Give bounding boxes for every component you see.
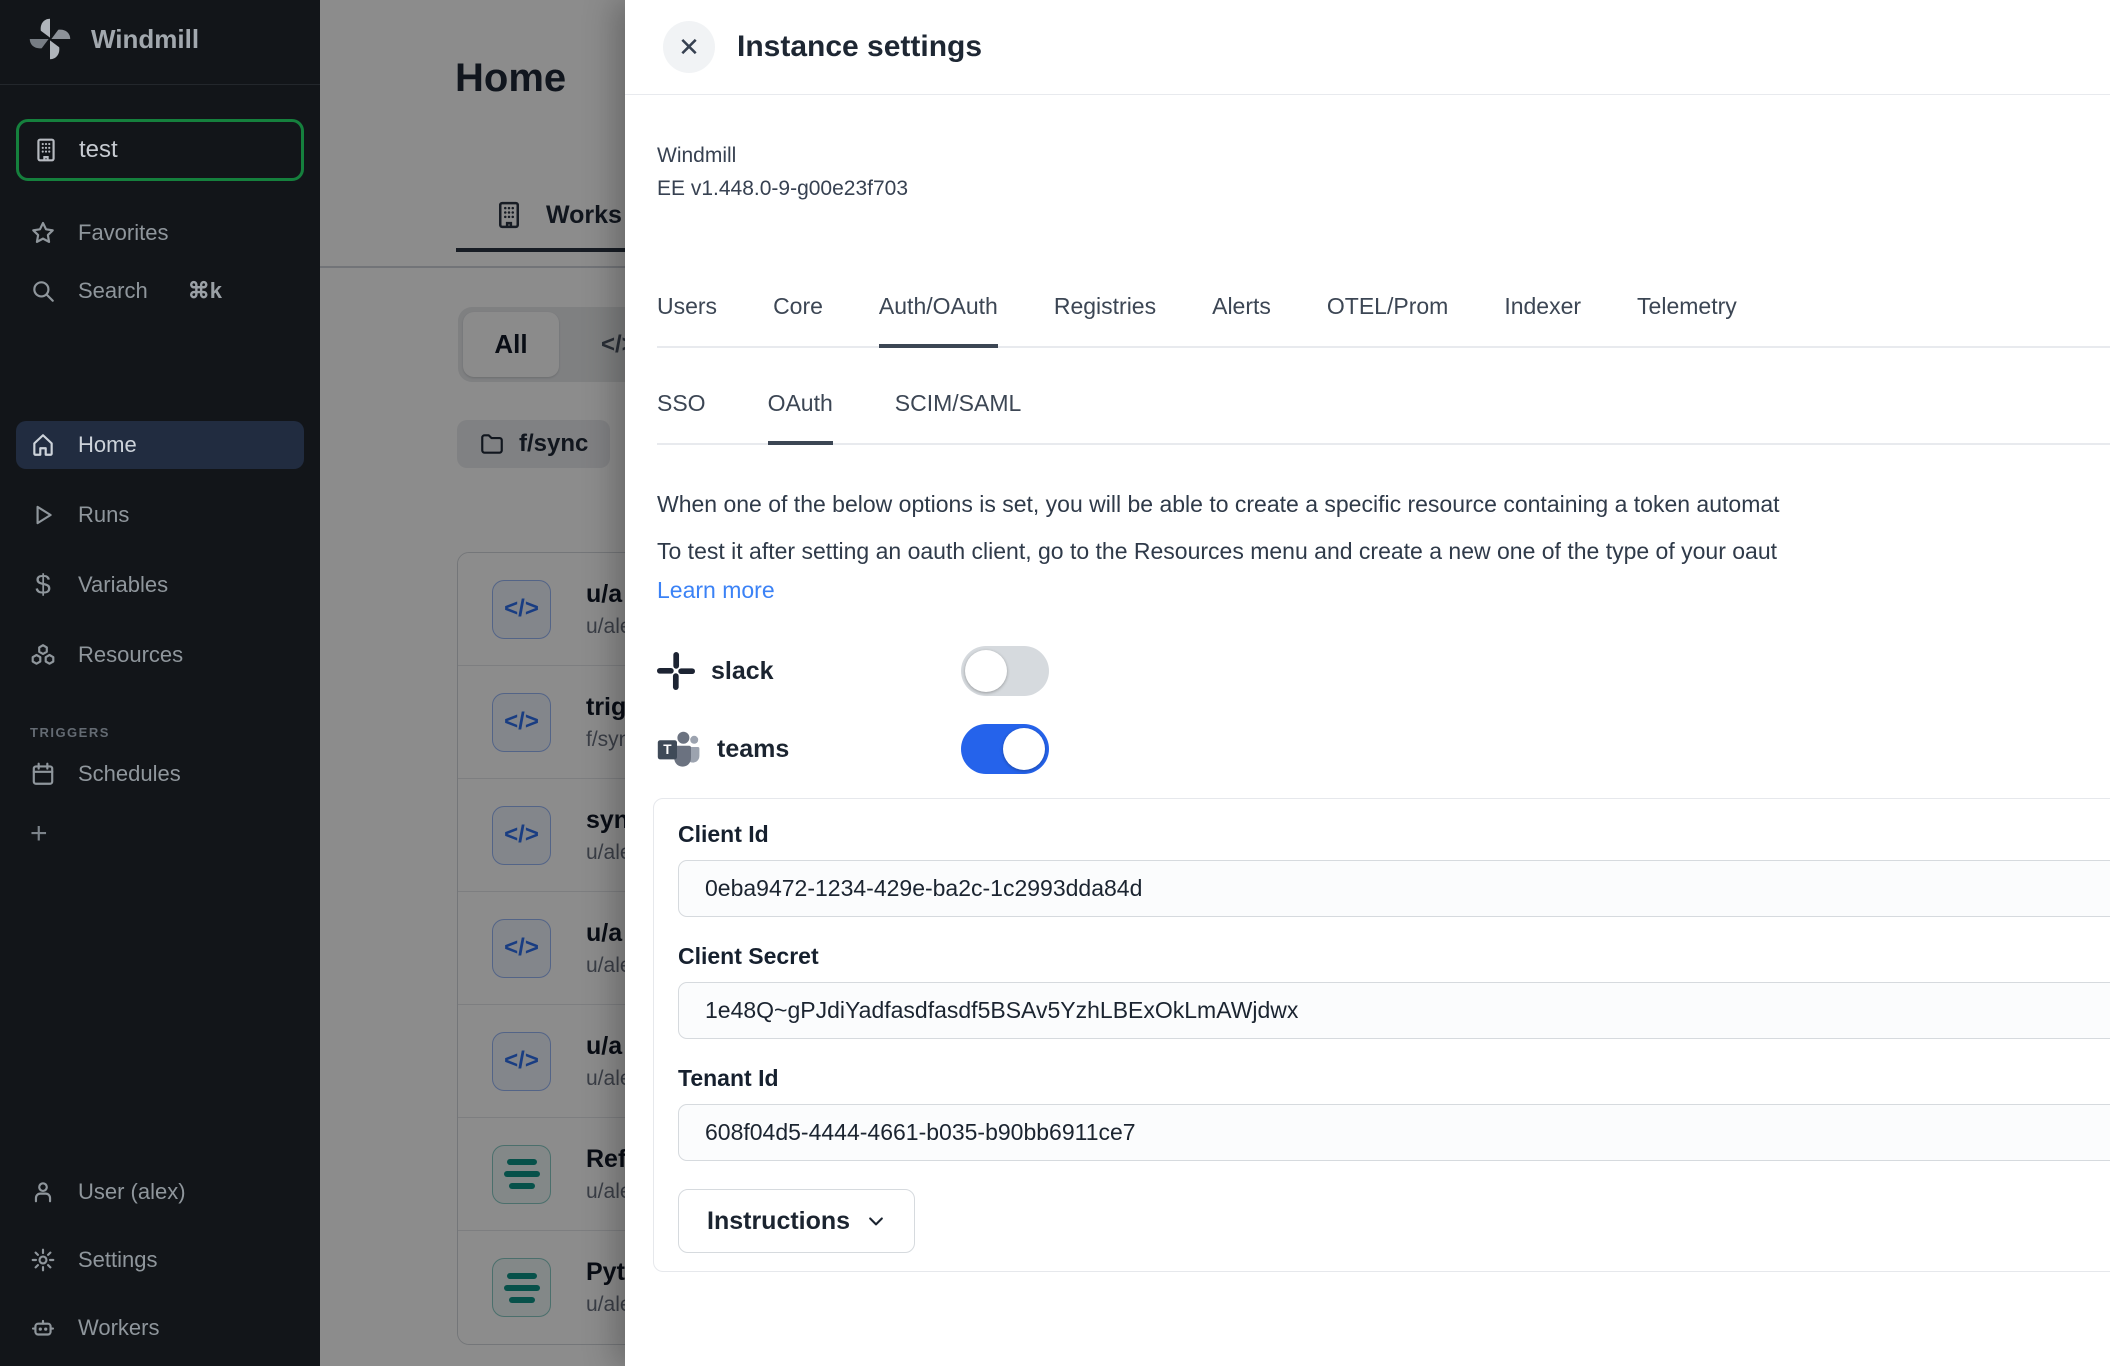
- tenant-id-input[interactable]: [678, 1104, 2110, 1161]
- sidebar-item-label: Variables: [78, 572, 168, 598]
- teams-oauth-config: Client Id Client Secret Tenant Id Instru…: [653, 798, 2110, 1272]
- windmill-logo-icon: [27, 16, 73, 62]
- description-line: When one of the below options is set, yo…: [657, 481, 2110, 528]
- tab-core[interactable]: Core: [773, 293, 823, 346]
- calendar-icon: [30, 761, 56, 787]
- subtab-sso[interactable]: SSO: [657, 390, 706, 443]
- client-id-input[interactable]: [678, 860, 2110, 917]
- sidebar-item-runs[interactable]: Runs: [16, 491, 304, 539]
- cubes-icon: [30, 642, 56, 668]
- client-secret-group: Client Secret: [678, 943, 2110, 1039]
- sidebar-item-workers[interactable]: Workers: [16, 1304, 304, 1352]
- teams-icon: T: [657, 729, 701, 769]
- sidebar-item-label: Schedules: [78, 761, 181, 787]
- brand-name: Windmill: [91, 24, 199, 55]
- tab-users[interactable]: Users: [657, 293, 717, 346]
- triggers-heading: TRIGGERS: [30, 725, 320, 740]
- plus-icon: +: [30, 819, 48, 849]
- dollar-icon: $: [30, 571, 56, 599]
- sidebar: Windmill test Favorites Search ⌘k: [0, 0, 320, 1366]
- provider-name: slack: [711, 657, 774, 686]
- settings-tabs: Users Core Auth/OAuth Registries Alerts …: [657, 293, 2110, 348]
- subtab-scim-saml[interactable]: SCIM/SAML: [895, 390, 1022, 443]
- workspace-name: test: [79, 136, 118, 164]
- tab-registries[interactable]: Registries: [1054, 293, 1156, 346]
- star-icon: [30, 220, 56, 246]
- home-icon: [30, 432, 56, 458]
- drawer-body: Windmill EE v1.448.0-9-g00e23f703 Users …: [625, 95, 2110, 1272]
- svg-text:T: T: [663, 742, 672, 757]
- slack-toggle[interactable]: [961, 646, 1049, 696]
- client-secret-input[interactable]: [678, 982, 2110, 1039]
- tab-indexer[interactable]: Indexer: [1504, 293, 1581, 346]
- app-name: Windmill: [657, 139, 2110, 172]
- close-button[interactable]: ✕: [663, 21, 715, 73]
- robot-icon: [30, 1315, 56, 1341]
- oauth-description: When one of the below options is set, yo…: [657, 481, 2110, 604]
- search-icon: [30, 278, 56, 304]
- provider-row-teams: T teams: [657, 724, 2110, 774]
- auth-subtabs: SSO OAuth SCIM/SAML: [657, 390, 2110, 445]
- sidebar-item-search[interactable]: Search ⌘k: [16, 267, 304, 315]
- tenant-id-label: Tenant Id: [678, 1065, 2110, 1092]
- divider: [0, 84, 320, 85]
- description-line: To test it after setting an oauth client…: [657, 528, 2110, 575]
- slack-icon: [657, 652, 695, 690]
- gear-icon: [30, 1247, 56, 1273]
- sidebar-item-favorites[interactable]: Favorites: [16, 209, 304, 257]
- drawer-title: Instance settings: [737, 30, 982, 64]
- play-icon: [30, 502, 56, 528]
- sidebar-bottom: User (alex) Settings Workers: [0, 1168, 320, 1352]
- subtab-oauth[interactable]: OAuth: [768, 390, 833, 445]
- sidebar-item-label: Home: [78, 432, 137, 458]
- drawer-header: ✕ Instance settings: [625, 0, 2110, 95]
- sidebar-item-label: Runs: [78, 502, 129, 528]
- app-root: Windmill test Favorites Search ⌘k: [0, 0, 2110, 1366]
- sidebar-item-label: Search: [78, 278, 148, 304]
- version-text: EE v1.448.0-9-g00e23f703: [657, 172, 2110, 205]
- instance-settings-drawer: ✕ Instance settings Windmill EE v1.448.0…: [625, 0, 2110, 1366]
- teams-toggle[interactable]: [961, 724, 1049, 774]
- sidebar-item-resources[interactable]: Resources: [16, 631, 304, 679]
- sidebar-item-label: Workers: [78, 1315, 160, 1341]
- toggle-knob: [1003, 728, 1045, 770]
- tab-telemetry[interactable]: Telemetry: [1637, 293, 1737, 346]
- search-shortcut: ⌘k: [188, 278, 222, 304]
- sidebar-item-user[interactable]: User (alex): [16, 1168, 304, 1216]
- toggle-knob: [965, 650, 1007, 692]
- sidebar-add-trigger[interactable]: +: [16, 810, 304, 858]
- workspace-switcher[interactable]: test: [16, 119, 304, 181]
- building-icon: [33, 137, 59, 163]
- chevron-down-icon: [866, 1211, 886, 1231]
- client-id-group: Client Id: [678, 821, 2110, 917]
- brand: Windmill: [0, 0, 320, 76]
- sidebar-item-home[interactable]: Home: [16, 421, 304, 469]
- sidebar-item-settings[interactable]: Settings: [16, 1236, 304, 1284]
- client-secret-label: Client Secret: [678, 943, 2110, 970]
- tab-auth-oauth[interactable]: Auth/OAuth: [879, 293, 998, 348]
- tab-alerts[interactable]: Alerts: [1212, 293, 1271, 346]
- provider-name: teams: [717, 735, 789, 764]
- provider-row-slack: slack: [657, 646, 2110, 696]
- sidebar-item-label: User (alex): [78, 1179, 186, 1205]
- learn-more-link[interactable]: Learn more: [657, 577, 775, 604]
- sidebar-item-variables[interactable]: $ Variables: [16, 561, 304, 609]
- tenant-id-group: Tenant Id: [678, 1065, 2110, 1161]
- sidebar-item-label: Favorites: [78, 220, 168, 246]
- user-icon: [30, 1179, 56, 1205]
- sidebar-item-label: Resources: [78, 642, 183, 668]
- tab-otel-prom[interactable]: OTEL/Prom: [1327, 293, 1448, 346]
- sidebar-item-schedules[interactable]: Schedules: [16, 750, 304, 798]
- sidebar-item-label: Settings: [78, 1247, 158, 1273]
- instructions-button[interactable]: Instructions: [678, 1189, 915, 1253]
- client-id-label: Client Id: [678, 821, 2110, 848]
- instructions-label: Instructions: [707, 1207, 850, 1236]
